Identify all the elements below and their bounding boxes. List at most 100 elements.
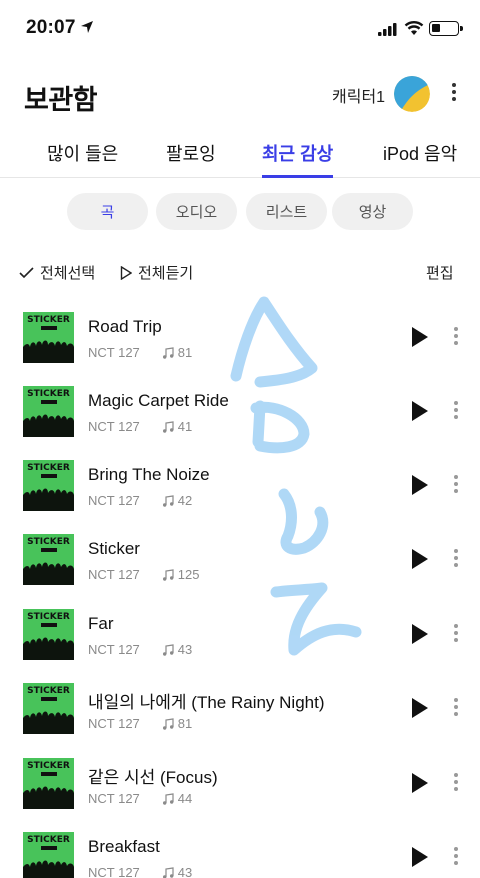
album-art-text: STICKER bbox=[27, 835, 70, 845]
character-name[interactable]: 캐릭터1 bbox=[332, 83, 385, 107]
album-art-silhouettes bbox=[23, 414, 74, 437]
song-meta: NCT 127 125 bbox=[88, 567, 200, 582]
album-art-text: STICKER bbox=[27, 389, 70, 399]
song-artist: NCT 127 bbox=[88, 642, 140, 657]
album-art: STICKER bbox=[23, 832, 74, 878]
album-art-silhouettes bbox=[23, 488, 74, 511]
chip-audio[interactable]: 오디오 bbox=[156, 193, 237, 230]
song-row[interactable]: STICKER Magic Carpet Ride NCT 127 41 bbox=[0, 374, 480, 448]
select-all-button[interactable]: 전체선택 bbox=[19, 262, 95, 283]
more-options-icon[interactable] bbox=[450, 475, 462, 495]
song-artist: NCT 127 bbox=[88, 716, 140, 731]
song-meta: NCT 127 81 bbox=[88, 716, 192, 731]
music-note-icon bbox=[162, 866, 174, 878]
album-art-text: STICKER bbox=[27, 463, 70, 473]
status-bar: 20:07 bbox=[0, 0, 480, 56]
song-title: Bring The Noize bbox=[88, 465, 210, 484]
song-row[interactable]: STICKER 같은 시선 (Focus) NCT 127 44 bbox=[0, 746, 480, 820]
play-icon[interactable] bbox=[410, 474, 430, 496]
play-icon[interactable] bbox=[410, 846, 430, 868]
tab-ipod-music[interactable]: iPod 음악 bbox=[383, 140, 457, 178]
tab-recent[interactable]: 최근 감상 bbox=[262, 140, 334, 178]
album-art-text: STICKER bbox=[27, 537, 70, 547]
tab-most-played[interactable]: 많이 들은 bbox=[47, 140, 118, 178]
album-art: STICKER bbox=[23, 386, 74, 437]
play-outline-icon bbox=[120, 265, 132, 280]
song-meta: NCT 127 42 bbox=[88, 493, 192, 508]
song-row[interactable]: STICKER Road Trip NCT 127 81 bbox=[0, 300, 480, 374]
song-artist: NCT 127 bbox=[88, 567, 140, 582]
chip-lists[interactable]: 리스트 bbox=[246, 193, 327, 230]
edit-button[interactable]: 편집 bbox=[426, 262, 454, 283]
filter-chips: 곡 오디오 리스트 영상 bbox=[0, 193, 480, 231]
album-art-text: STICKER bbox=[27, 315, 70, 325]
song-row[interactable]: STICKER Sticker NCT 127 125 bbox=[0, 522, 480, 596]
play-icon[interactable] bbox=[410, 623, 430, 645]
album-art-silhouettes bbox=[23, 562, 74, 585]
album-art: STICKER bbox=[23, 758, 74, 809]
music-note-icon bbox=[162, 568, 174, 581]
status-time: 20:07 bbox=[26, 17, 76, 38]
album-art: STICKER bbox=[23, 534, 74, 585]
album-art-silhouettes bbox=[23, 637, 74, 660]
music-note-icon bbox=[162, 346, 174, 359]
song-play-count: 81 bbox=[177, 345, 193, 360]
album-art-text: STICKER bbox=[27, 612, 70, 622]
more-options-icon[interactable] bbox=[450, 549, 462, 569]
tab-following[interactable]: 팔로잉 bbox=[166, 140, 216, 178]
song-play-count: 125 bbox=[177, 567, 200, 582]
song-row[interactable]: STICKER Far NCT 127 43 bbox=[0, 597, 480, 671]
more-options-icon[interactable] bbox=[450, 773, 462, 793]
song-row[interactable]: STICKER Breakfast NCT 127 43 bbox=[0, 820, 480, 878]
song-play-count: 44 bbox=[177, 791, 193, 806]
song-title: Far bbox=[88, 614, 114, 633]
action-row: 전체선택 전체듣기 편집 bbox=[0, 256, 480, 288]
play-icon[interactable] bbox=[410, 400, 430, 422]
song-artist: NCT 127 bbox=[88, 791, 140, 806]
battery-icon bbox=[429, 21, 463, 36]
song-row[interactable]: STICKER Bring The Noize NCT 127 42 bbox=[0, 448, 480, 522]
play-icon[interactable] bbox=[410, 326, 430, 348]
select-all-label: 전체선택 bbox=[40, 265, 96, 282]
music-note-icon bbox=[162, 494, 174, 507]
music-note-icon bbox=[162, 792, 174, 805]
song-play-count: 42 bbox=[177, 493, 193, 508]
chip-songs[interactable]: 곡 bbox=[67, 193, 148, 230]
album-art: STICKER bbox=[23, 312, 74, 363]
song-meta: NCT 127 44 bbox=[88, 791, 192, 806]
song-play-count: 41 bbox=[177, 419, 193, 434]
album-art: STICKER bbox=[23, 683, 74, 734]
song-play-count: 43 bbox=[177, 865, 193, 878]
cellular-signal-icon bbox=[378, 23, 397, 36]
song-meta: NCT 127 43 bbox=[88, 865, 192, 878]
more-options-icon[interactable] bbox=[446, 83, 462, 105]
song-meta: NCT 127 43 bbox=[88, 642, 192, 657]
song-artist: NCT 127 bbox=[88, 419, 140, 434]
play-icon[interactable] bbox=[410, 548, 430, 570]
song-title: 내일의 나에게 (The Rainy Night) bbox=[88, 693, 325, 712]
more-options-icon[interactable] bbox=[450, 847, 462, 867]
song-play-count: 43 bbox=[177, 642, 193, 657]
more-options-icon[interactable] bbox=[450, 698, 462, 718]
song-play-count: 81 bbox=[177, 716, 193, 731]
album-art: STICKER bbox=[23, 609, 74, 660]
more-options-icon[interactable] bbox=[450, 624, 462, 644]
song-meta: NCT 127 41 bbox=[88, 419, 192, 434]
more-options-icon[interactable] bbox=[450, 327, 462, 347]
music-note-icon bbox=[162, 643, 174, 656]
chip-videos[interactable]: 영상 bbox=[332, 193, 413, 230]
page-title: 보관함 bbox=[24, 85, 98, 115]
play-icon[interactable] bbox=[410, 697, 430, 719]
avatar[interactable] bbox=[394, 76, 430, 112]
song-row[interactable]: STICKER 내일의 나에게 (The Rainy Night) NCT 12… bbox=[0, 671, 480, 745]
play-icon[interactable] bbox=[410, 772, 430, 794]
tab-bar: 많이 들은 팔로잉 최근 감상 iPod 음악 bbox=[0, 132, 480, 178]
album-art-text: STICKER bbox=[27, 686, 70, 696]
song-title: 같은 시선 (Focus) bbox=[88, 768, 218, 787]
music-note-icon bbox=[162, 717, 174, 730]
song-title: Road Trip bbox=[88, 317, 162, 336]
album-art-silhouettes bbox=[23, 711, 74, 734]
song-artist: NCT 127 bbox=[88, 493, 140, 508]
more-options-icon[interactable] bbox=[450, 401, 462, 421]
play-all-button[interactable]: 전체듣기 bbox=[120, 262, 193, 283]
